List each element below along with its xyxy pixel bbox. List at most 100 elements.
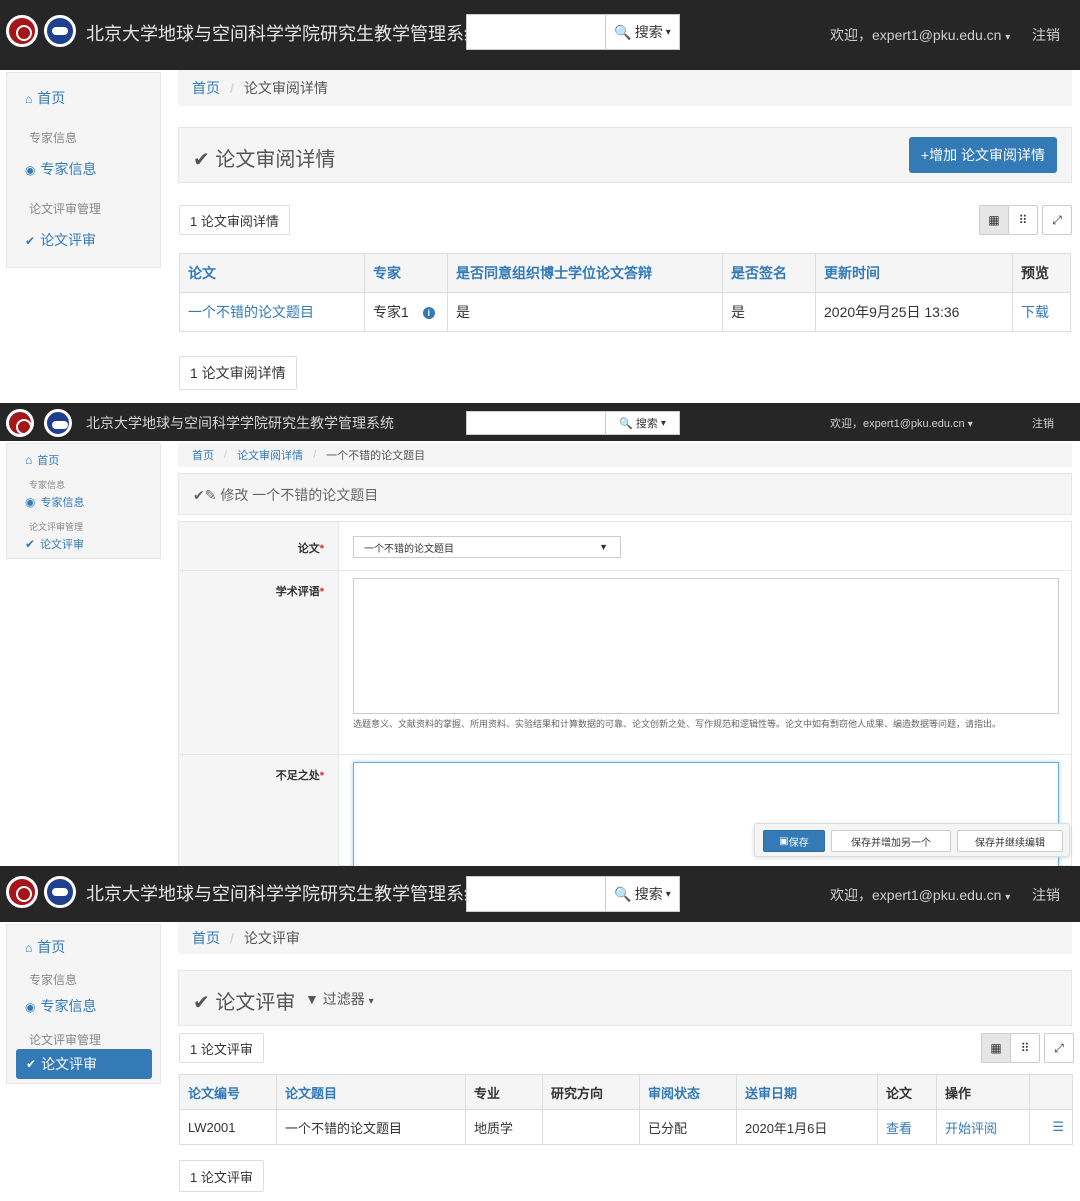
check-icon: ✔: [25, 234, 36, 248]
user-menu[interactable]: 欢迎，expert1@pku.edu.cn ▾: [830, 885, 1010, 905]
eye-icon: ◉: [25, 495, 36, 509]
chevron-down-icon: ▾: [368, 996, 374, 1007]
user-menu[interactable]: 欢迎，expert1@pku.edu.cn ▾: [830, 25, 1010, 45]
save-and-add-button[interactable]: 保存并增加另一个: [831, 830, 951, 852]
page-header: ✔ 论文评审 ▼ 过滤器 ▾: [178, 970, 1072, 1026]
search-button[interactable]: 🔍 搜索 ▾: [606, 876, 680, 912]
user-menu[interactable]: 欢迎，expert1@pku.edu.cn ▾: [830, 415, 973, 431]
search-button[interactable]: 🔍 搜索 ▾: [606, 411, 680, 435]
chevron-down-icon: ▾: [660, 417, 666, 429]
system-brand[interactable]: 北京大学地球与空间科学学院研究生教学管理系统: [86, 413, 394, 433]
breadcrumb-home[interactable]: 首页: [192, 928, 220, 948]
sidebar-item-home[interactable]: ⌂ 首页: [25, 937, 65, 957]
top-navbar: 北京大学地球与空间科学学院研究生教学管理系统 🔍 搜索 ▾ 欢迎，expert1@p…: [0, 0, 1080, 70]
search-icon: 🔍: [614, 885, 632, 902]
search-icon: 🔍: [619, 417, 633, 430]
sidebar-item-expert[interactable]: ◉ 专家信息: [25, 494, 84, 510]
col-id[interactable]: 论文编号: [179, 1074, 277, 1110]
grid-view-button[interactable]: ▦: [981, 1033, 1011, 1063]
col-title[interactable]: 论文题目: [276, 1074, 466, 1110]
page-title: ✔ 论文审阅详情: [193, 149, 336, 171]
breadcrumb-review-detail[interactable]: 论文审阅详情: [237, 447, 303, 463]
list-view-button[interactable]: ⠿: [1010, 1033, 1040, 1063]
col-updated[interactable]: 更新时间: [815, 253, 1013, 293]
search-input[interactable]: [466, 876, 606, 912]
breadcrumb-current: 论文评审: [243, 930, 300, 946]
breadcrumb-home[interactable]: 首页: [192, 78, 220, 98]
thesis-select[interactable]: 一个不错的论文题目 ▼: [353, 536, 621, 558]
review-list-table: 论文编号 论文题目 专业 研究方向 审阅状态 送审日期 论文 操作 LW2001…: [179, 1074, 1073, 1145]
logout-link[interactable]: 注销: [1032, 885, 1060, 905]
result-count-bottom: 1 论文审阅详情: [179, 356, 297, 390]
pku-logo-icon: [6, 15, 38, 47]
page-title: ✔✎ 修改 一个不错的论文题目: [193, 487, 379, 503]
status-cell: 已分配: [639, 1109, 737, 1145]
sidebar-item-review[interactable]: ✔ 论文评审: [25, 536, 84, 552]
edit-form: 论文* 一个不错的论文题目 ▼ 学术评语* 选题意义、文献资料的掌握、所用资料、实…: [178, 521, 1072, 866]
download-link[interactable]: 下载: [1012, 292, 1071, 332]
chevron-down-icon: ▾: [967, 419, 973, 430]
fullscreen-button[interactable]: ⤢: [1042, 205, 1072, 235]
breadcrumb: 首页 / 论文评审: [178, 922, 1072, 954]
sidebar-item-expert[interactable]: ◉ 专家信息: [25, 159, 96, 179]
id-cell: LW2001: [179, 1109, 277, 1145]
signed-cell: 是: [722, 292, 816, 332]
logout-link[interactable]: 注销: [1032, 415, 1054, 431]
sidebar-item-expert[interactable]: ◉ 专家信息: [25, 996, 96, 1016]
system-brand[interactable]: 北京大学地球与空间科学学院研究生教学管理系统: [86, 20, 482, 46]
logout-link[interactable]: 注销: [1032, 25, 1060, 45]
sidebar-item-home[interactable]: ⌂ 首页: [25, 452, 59, 468]
check-icon: ✔: [193, 149, 216, 171]
col-signed[interactable]: 是否签名: [722, 253, 816, 293]
thesis-review-list-screen: 北京大学地球与空间科学学院研究生教学管理系统 🔍 搜索 ▾ 欢迎，expert1@p…: [0, 866, 1080, 1201]
view-thesis-link[interactable]: 查看: [877, 1109, 937, 1145]
eye-icon: ◉: [25, 163, 36, 177]
sidebar-header-review: 论文评审管理: [29, 202, 102, 216]
agree-cell: 是: [447, 292, 723, 332]
col-date[interactable]: 送审日期: [736, 1074, 878, 1110]
search-button[interactable]: 🔍 搜索 ▾: [606, 14, 680, 50]
breadcrumb-home[interactable]: 首页: [192, 447, 214, 463]
col-action: 操作: [936, 1074, 1030, 1110]
expert-cell: 专家1 i: [364, 292, 448, 332]
filter-dropdown[interactable]: ▼ 过滤器 ▾: [305, 989, 374, 1009]
sidebar-item-review[interactable]: ✔ 论文评审: [16, 1049, 152, 1079]
breadcrumb-current: 论文审阅详情: [243, 80, 328, 96]
eye-icon: ◉: [25, 1000, 36, 1014]
school-logo-icon: [44, 15, 76, 47]
search-input[interactable]: [466, 14, 606, 50]
col-expert[interactable]: 专家: [364, 253, 448, 293]
grid-large-icon: ▦: [988, 213, 1000, 227]
chevron-down-icon: ▾: [1005, 892, 1011, 903]
sidebar: ⌂ 首页 专家信息 ◉ 专家信息 论文评审管理 ✔ 论文评审: [6, 443, 161, 559]
list-view-button[interactable]: ⠿: [1008, 205, 1038, 235]
add-review-button[interactable]: + 增加 论文审阅详情: [908, 137, 1057, 173]
chevron-down-icon: ▾: [665, 26, 671, 38]
grid-view-button[interactable]: ▦: [979, 205, 1009, 235]
fullscreen-button[interactable]: ⤢: [1044, 1033, 1074, 1063]
comment-help-text: 选题意义、文献资料的掌握、所用资料、实验结果和计算数据的可靠、论文创新之处、写作…: [353, 719, 1002, 729]
col-direction: 研究方向: [542, 1074, 640, 1110]
col-status[interactable]: 审阅状态: [639, 1074, 737, 1110]
system-brand[interactable]: 北京大学地球与空间科学学院研究生教学管理系统: [86, 880, 482, 906]
check-icon: ✔: [25, 537, 36, 551]
col-agree[interactable]: 是否同意组织博士学位论文答辩: [447, 253, 723, 293]
save-button[interactable]: ▣ 保存: [763, 830, 825, 852]
col-thesis[interactable]: 论文: [179, 253, 365, 293]
row-menu-icon[interactable]: ☰: [1029, 1109, 1073, 1145]
chevron-down-icon: ▼: [599, 542, 608, 552]
pku-logo-icon: [6, 409, 34, 437]
thesis-link[interactable]: 一个不错的论文题目: [179, 292, 365, 332]
sidebar-item-review[interactable]: ✔ 论文评审: [25, 230, 96, 250]
save-and-continue-button[interactable]: 保存并继续编辑: [957, 830, 1063, 852]
info-icon[interactable]: i: [422, 307, 435, 320]
page-header: ✔ 论文审阅详情 + 增加 论文审阅详情: [178, 127, 1072, 183]
start-review-link[interactable]: 开始评阅: [936, 1109, 1030, 1145]
search-input[interactable]: [466, 411, 606, 435]
thesis-label: 论文*: [297, 543, 324, 555]
updated-cell: 2020年9月25日 13:36: [815, 292, 1013, 332]
comment-textarea[interactable]: [353, 578, 1059, 714]
sidebar: ⌂ 首页 专家信息 ◉ 专家信息 论文评审管理 ✔ 论文评审: [6, 72, 161, 268]
school-logo-icon: [44, 409, 72, 437]
sidebar-item-home[interactable]: ⌂ 首页: [25, 88, 65, 108]
